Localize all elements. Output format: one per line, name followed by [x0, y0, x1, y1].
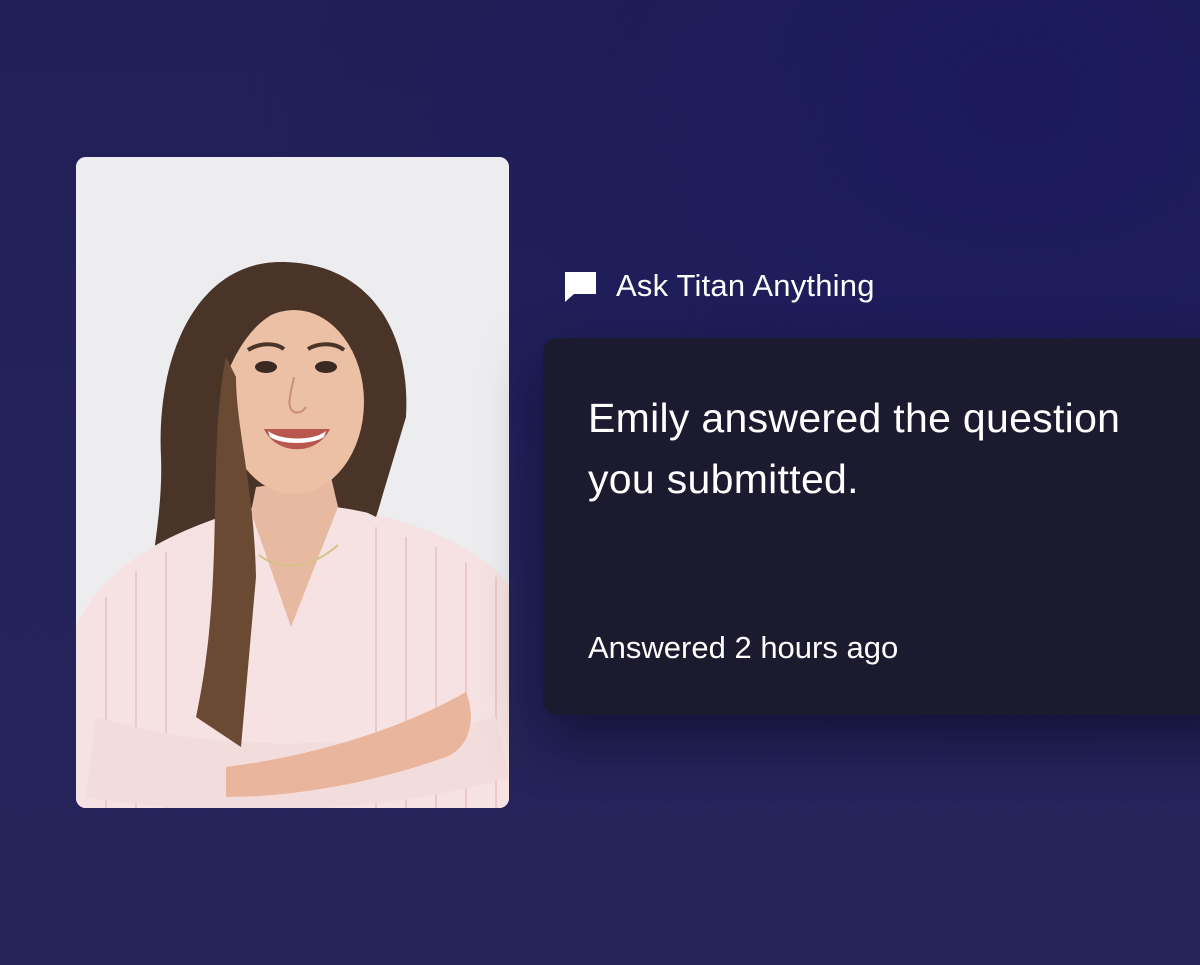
profile-photo — [76, 157, 509, 808]
portrait-image — [76, 157, 509, 808]
notification-timestamp: Answered 2 hours ago — [588, 630, 899, 665]
chat-bubble-icon — [565, 271, 596, 302]
feature-title: Ask Titan Anything — [616, 268, 875, 303]
feature-label[interactable]: Ask Titan Anything — [564, 266, 875, 306]
notification-card[interactable]: Emily answered the question you submitte… — [543, 338, 1200, 715]
notification-message: Emily answered the question you submitte… — [588, 395, 1121, 502]
